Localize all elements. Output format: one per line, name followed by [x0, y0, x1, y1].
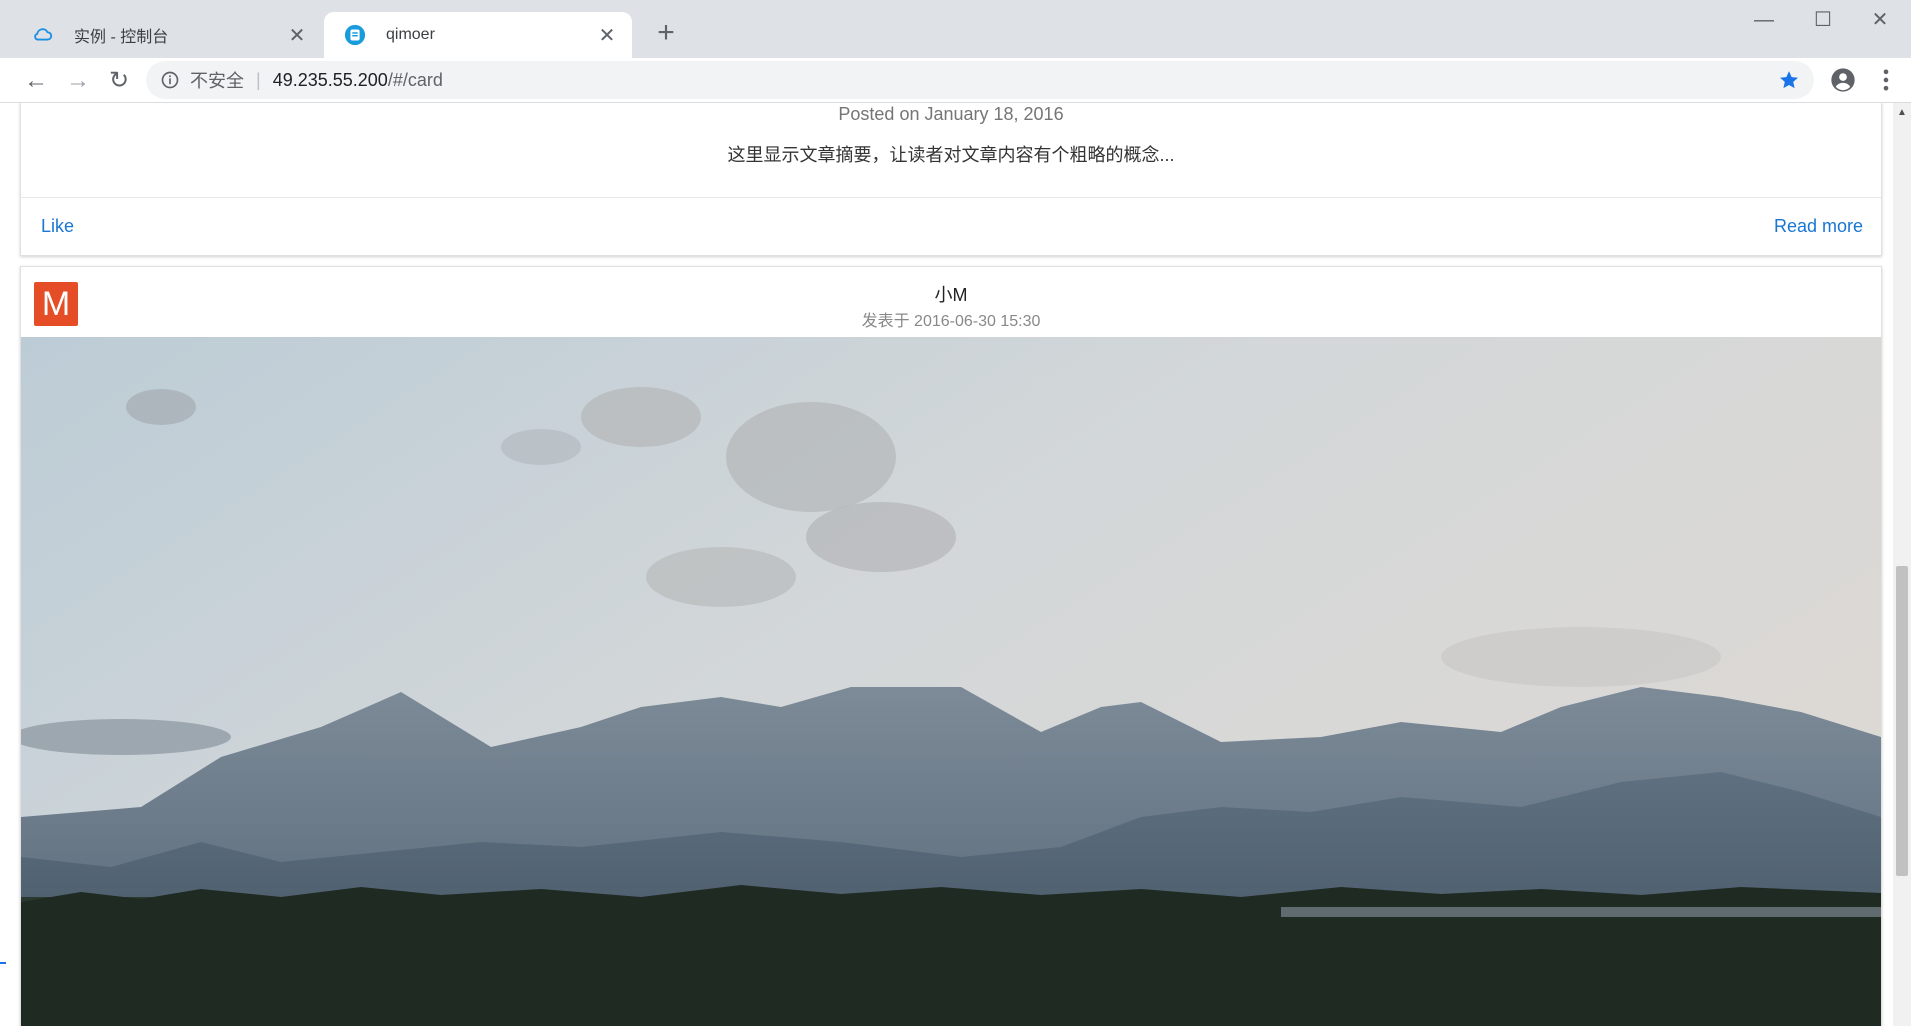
- scroll-up-arrow-icon[interactable]: ▲: [1893, 107, 1911, 119]
- close-icon[interactable]: ✕: [596, 23, 618, 48]
- account-icon[interactable]: [1829, 66, 1857, 94]
- minimize-icon[interactable]: —: [1741, 4, 1787, 36]
- image-post-card: M 小M 发表于 2016-06-30 15:30: [20, 266, 1882, 1026]
- site-icon: [344, 24, 366, 46]
- browser-toolbar: ← → ↻ 不安全 | 49.235.55.200 /#/card: [0, 58, 1911, 103]
- back-icon[interactable]: ←: [19, 64, 53, 98]
- tab-title: 实例 - 控制台: [74, 29, 169, 46]
- left-edge-mark: [0, 962, 6, 964]
- new-tab-icon[interactable]: +: [648, 14, 684, 52]
- reload-icon[interactable]: ↻: [102, 64, 136, 98]
- url-separator: |: [256, 69, 261, 90]
- tab-qimoer[interactable]: qimoer ✕: [324, 12, 632, 58]
- close-icon[interactable]: ✕: [286, 23, 308, 48]
- url-host: 49.235.55.200: [272, 69, 388, 90]
- author-name: 小M: [934, 285, 968, 305]
- info-icon[interactable]: [160, 70, 180, 90]
- mountain-lake-photo: [21, 337, 1881, 1026]
- card-divider: [21, 197, 1881, 198]
- url-path: /#/card: [387, 69, 443, 90]
- address-bar[interactable]: 不安全 | 49.235.55.200 /#/card: [146, 61, 1814, 99]
- like-button[interactable]: Like: [41, 216, 74, 237]
- page-content: Posted on January 18, 2016 这里显示文章摘要，让读者对…: [0, 103, 1911, 1026]
- maximize-icon[interactable]: ☐: [1800, 4, 1846, 36]
- tab-console[interactable]: 实例 - 控制台 ✕: [12, 12, 322, 58]
- bookmark-star-icon[interactable]: [1778, 69, 1800, 91]
- post-summary: 这里显示文章摘要，让读者对文章内容有个粗略的概念...: [727, 145, 1175, 165]
- post-card: Posted on January 18, 2016 这里显示文章摘要，让读者对…: [20, 103, 1882, 256]
- menu-kebab-icon[interactable]: [1872, 66, 1900, 94]
- post-date: Posted on January 18, 2016: [838, 104, 1064, 124]
- page-scrollbar[interactable]: ▲: [1893, 103, 1911, 1026]
- cloud-icon: [34, 28, 53, 41]
- read-more-button[interactable]: Read more: [1774, 216, 1863, 237]
- tab-title: qimoer: [386, 26, 435, 43]
- scrollbar-thumb[interactable]: [1896, 566, 1908, 876]
- insecure-label: 不安全: [190, 71, 244, 91]
- window-close-icon[interactable]: ✕: [1857, 4, 1903, 36]
- tab-strip: 实例 - 控制台 ✕ qimoer ✕ + — ☐ ✕: [0, 0, 1911, 58]
- post-timestamp: 发表于 2016-06-30 15:30: [861, 313, 1041, 330]
- forward-icon[interactable]: →: [61, 64, 95, 98]
